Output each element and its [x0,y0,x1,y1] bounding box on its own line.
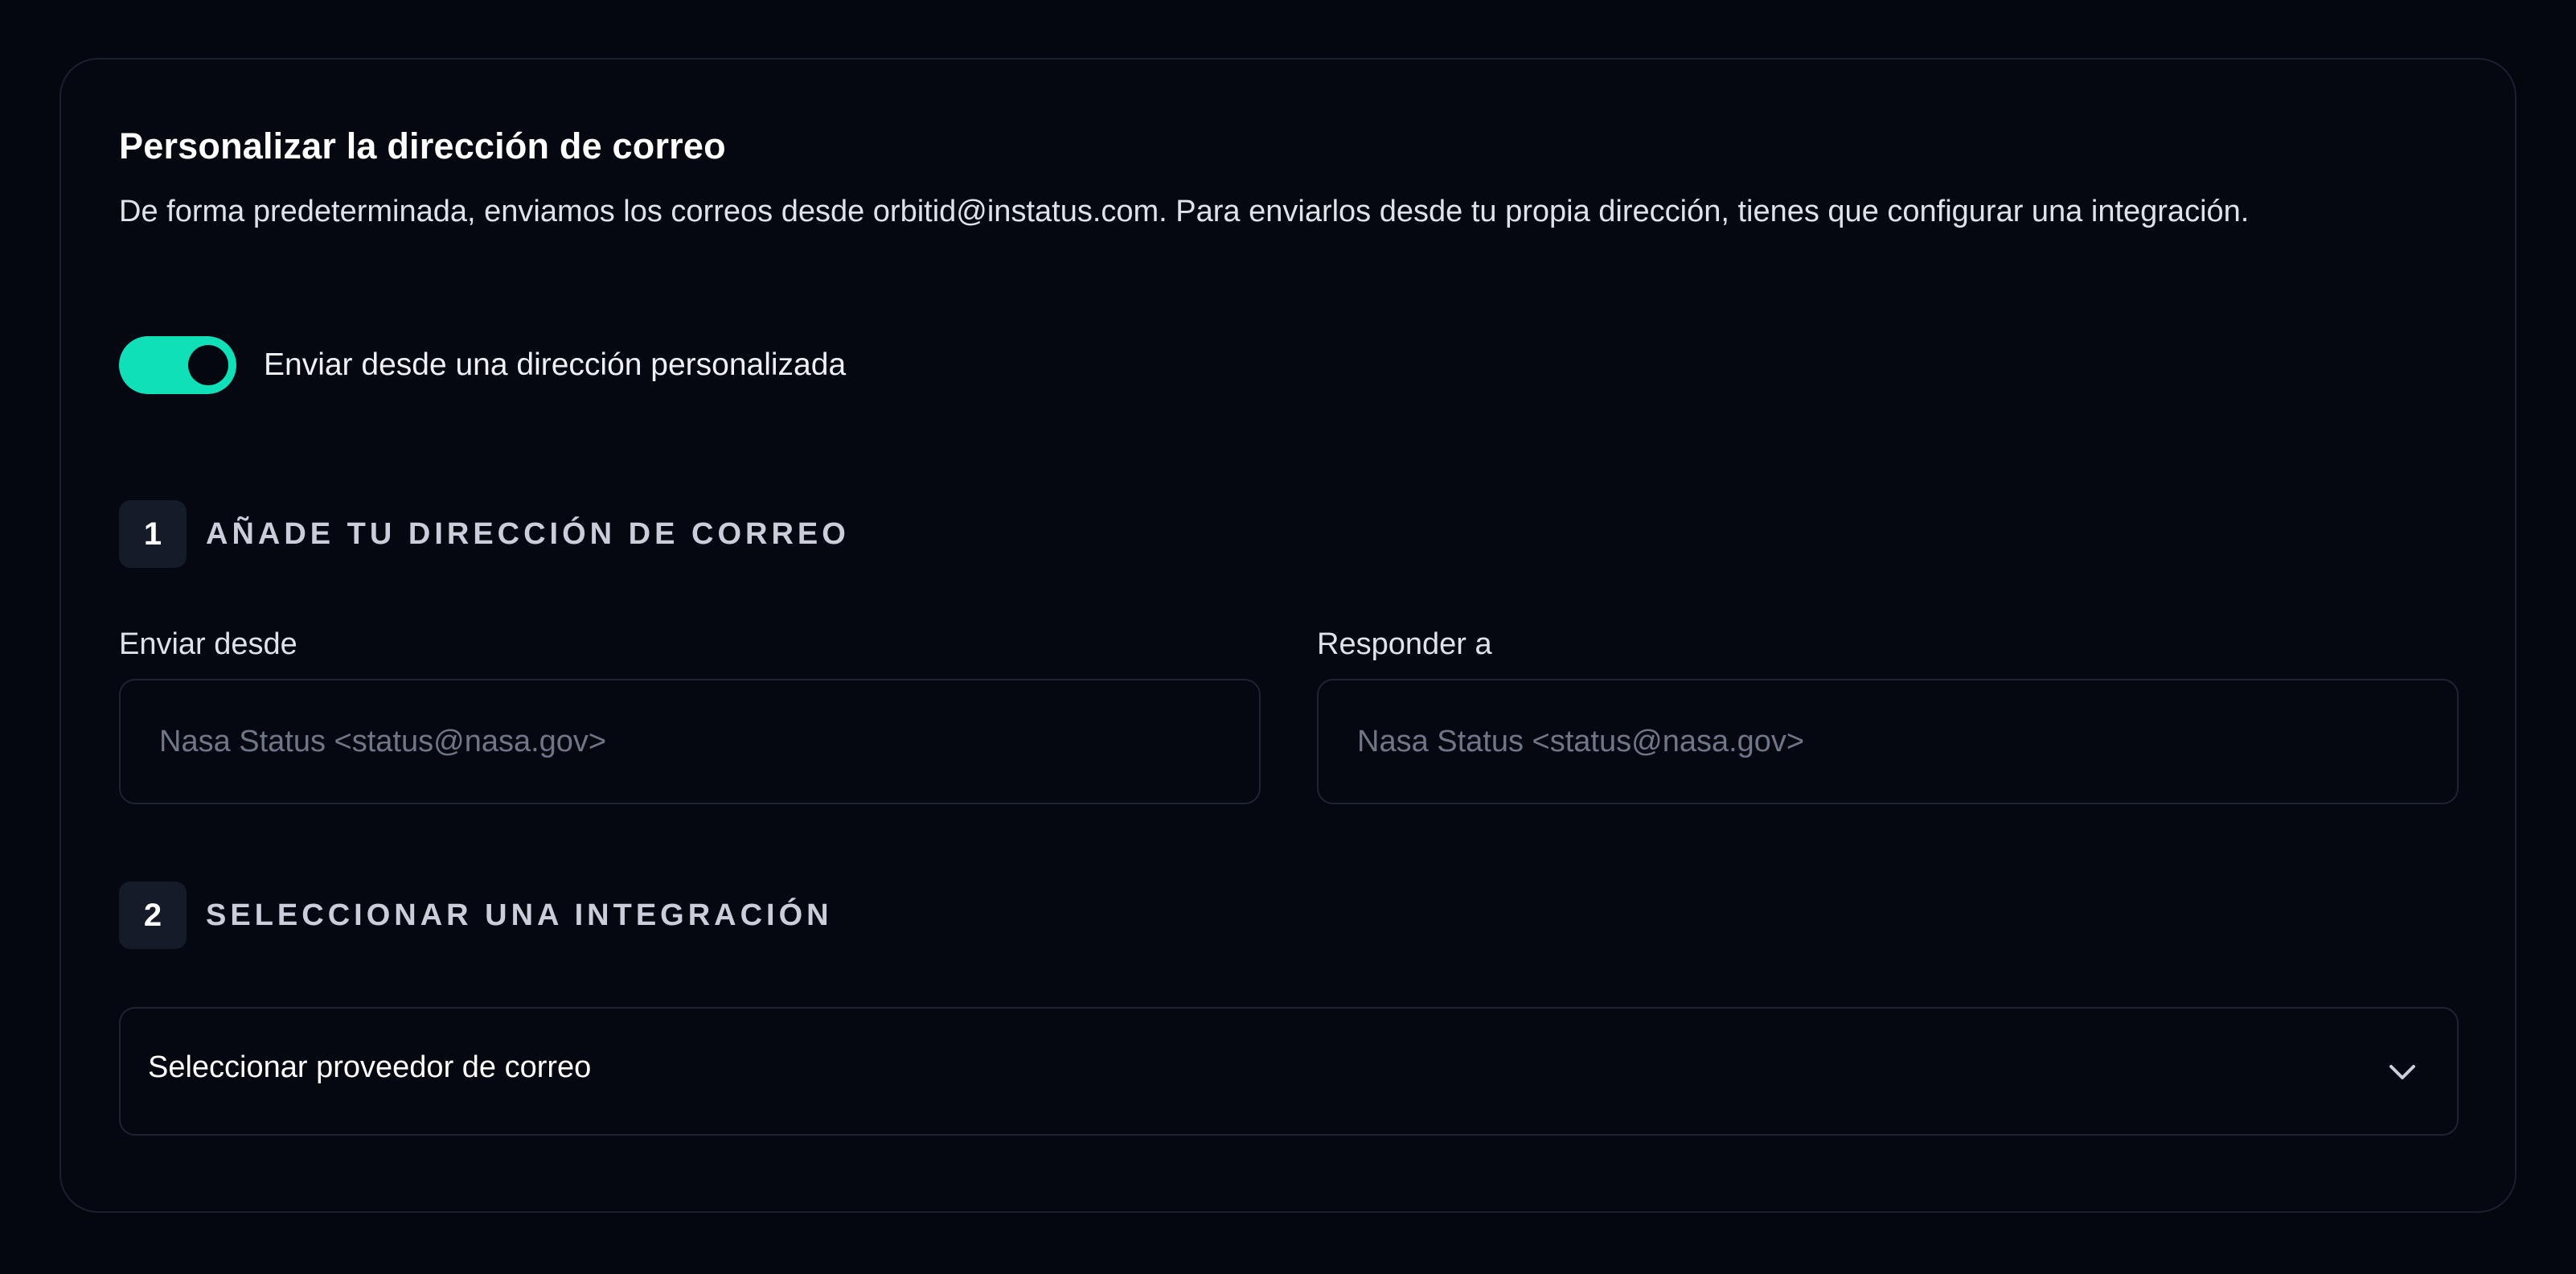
toggle-label: Enviar desde una dirección personalizada [264,347,847,382]
toggle-knob [188,345,228,385]
step-1-header: 1 AÑADE TU DIRECCIÓN DE CORREO [119,500,850,568]
custom-address-toggle[interactable] [119,336,236,394]
card-description: De forma predeterminada, enviamos los co… [119,195,2250,228]
card-title: Personalizar la dirección de correo [119,125,726,166]
email-provider-select[interactable]: Seleccionar proveedor de correo [119,1007,2459,1136]
step-2-header: 2 SELECCIONAR UNA INTEGRACIÓN [119,882,833,949]
chevron-down-icon [2389,1065,2415,1079]
reply-to-label: Responder a [1317,627,1492,661]
custom-email-card: Personalizar la dirección de correo De f… [59,58,2517,1213]
select-value: Seleccionar proveedor de correo [148,1050,592,1084]
send-from-input[interactable] [119,679,1261,804]
step-number-badge: 2 [119,882,187,949]
step-title: SELECCIONAR UNA INTEGRACIÓN [206,898,833,932]
send-from-label: Enviar desde [119,627,297,661]
step-title: AÑADE TU DIRECCIÓN DE CORREO [206,516,850,551]
reply-to-input[interactable] [1317,679,2459,804]
step-number-badge: 1 [119,500,187,568]
